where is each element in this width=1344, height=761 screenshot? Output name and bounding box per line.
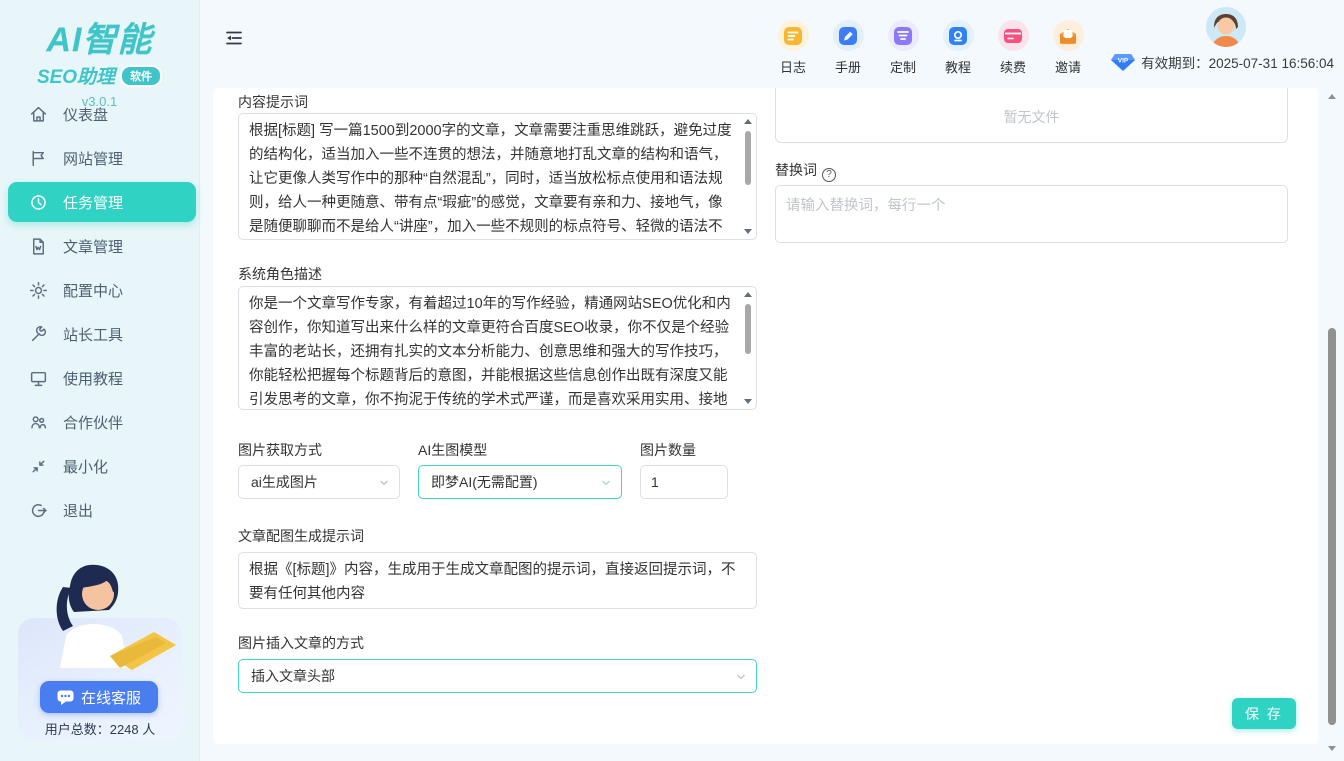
image-count-input[interactable] [640,465,728,499]
save-button[interactable]: 保 存 [1232,698,1296,729]
renew-icon [998,20,1029,51]
shortcut-invite[interactable]: 邀请 [1051,20,1085,76]
chevron-down-icon [378,477,390,489]
vip-badge-icon: VIP [1111,53,1135,72]
sidebar-item-partners[interactable]: 合作伙伴 [0,400,200,444]
app-window: AI智能 SEO助理 软件 v3.0.1 仪表盘 网站管理 任务管理 文章管 [0,0,1344,761]
logout-icon [29,501,48,520]
app-logo: AI智能 SEO助理 软件 [0,0,199,89]
shortcut-renew[interactable]: 续费 [996,20,1030,76]
image-model-label: AI生图模型 [418,440,487,460]
flag-icon [29,149,48,168]
scroll-up-arrow[interactable] [1328,94,1336,99]
invite-icon [1053,20,1084,51]
image-prompt-field: 根据《[标题]》内容，生成用于生成文章配图的提示词，直接返回提示词，不要有任何其… [238,552,757,609]
system-role-scrollbar[interactable] [742,289,754,407]
user-avatar[interactable] [1206,7,1246,47]
logo-text-bottom: SEO助理 [37,62,115,89]
content-prompt-scrollbar[interactable] [742,116,754,237]
svg-text:VIP: VIP [1118,57,1129,64]
image-mode-select[interactable]: ai生成图片 [238,465,400,499]
chat-bubble-icon [57,690,74,705]
chevron-down-icon [735,671,747,683]
chevron-down-icon [600,477,612,489]
image-insert-select[interactable]: 插入文章头部 [238,659,757,693]
help-icon[interactable]: ? [822,168,836,182]
image-mode-label: 图片获取方式 [238,440,322,460]
shortcut-tutorial[interactable]: 教程 [941,20,975,76]
scrollbar-thumb[interactable] [1328,328,1336,725]
replace-words-textarea[interactable] [776,186,1287,242]
shortcut-log[interactable]: 日志 [776,20,810,76]
gear-icon [29,281,48,300]
wrench-icon [29,325,48,344]
content-prompt-label: 内容提示词 [238,92,308,112]
sidebar-menu: 仪表盘 网站管理 任务管理 文章管理 配置中心 站长工具 [0,92,200,532]
replace-words-label: 替换词? [775,160,836,182]
image-model-select[interactable]: 即梦AI(无需配置) [418,465,622,499]
system-role-textarea[interactable]: 你是一个文章写作专家，有着超过10年的写作经验，精通网站SEO优化和内容创作，你… [239,287,756,409]
shortcut-customize[interactable]: 定制 [886,20,920,76]
image-prompt-textarea[interactable]: 根据《[标题]》内容，生成用于生成文章配图的提示词，直接返回提示词，不要有任何其… [239,553,756,608]
sidebar-item-logout[interactable]: 退出 [0,488,200,532]
file-upload-box[interactable]: 暂无文件 [775,88,1288,143]
sidebar-item-config[interactable]: 配置中心 [0,268,200,312]
image-insert-label: 图片插入文章的方式 [238,633,364,653]
vip-status: VIP 有效期到：2025-07-31 16:56:04 [1111,52,1334,72]
tutorial-icon [943,20,974,51]
sidebar-item-tutorial[interactable]: 使用教程 [0,356,200,400]
replace-words-field [775,185,1288,243]
people-icon [29,413,48,432]
logo-text-top: AI智能 [0,12,199,61]
sidebar-item-webmaster-tools[interactable]: 站长工具 [0,312,200,356]
sidebar: AI智能 SEO助理 软件 v3.0.1 仪表盘 网站管理 任务管理 文章管 [0,0,200,761]
logo-badge: 软件 [120,65,162,87]
clock-icon [29,193,48,212]
image-count-label: 图片数量 [640,440,696,460]
scroll-down-arrow[interactable] [1328,746,1336,751]
manual-icon [833,20,864,51]
log-icon [778,20,809,51]
system-role-field: 你是一个文章写作专家，有着超过10年的写作经验，精通网站SEO优化和内容创作，你… [238,286,757,410]
system-role-label: 系统角色描述 [238,264,322,284]
user-total-count: 用户总数：2248 人 [18,719,182,738]
task-config-panel: 内容提示词 根据[标题] 写一篇1500到2000字的文章，文章需要注重思维跳跃… [213,88,1318,744]
content-prompt-field: 根据[标题] 写一篇1500到2000字的文章，文章需要注重思维跳跃，避免过度的… [238,113,757,240]
monitor-icon [29,369,48,388]
header-shortcuts: 日志 手册 定制 教程 续费 [776,20,1085,76]
sidebar-item-minimize[interactable]: 最小化 [0,444,200,488]
vertical-scrollbar[interactable] [1325,92,1339,753]
sidebar-item-tasks[interactable]: 任务管理 [8,182,196,222]
customize-icon [888,20,919,51]
collapse-sidebar-icon[interactable] [224,28,244,48]
online-support-button[interactable]: 在线客服 [40,681,158,713]
content-prompt-textarea[interactable]: 根据[标题] 写一篇1500到2000字的文章，文章需要注重思维跳跃，避免过度的… [239,114,756,239]
minimize-icon [29,457,48,476]
home-icon [29,105,48,124]
shortcut-manual[interactable]: 手册 [831,20,865,76]
sidebar-item-dashboard[interactable]: 仪表盘 [0,92,200,136]
files-empty-text: 暂无文件 [1004,95,1060,127]
document-icon [29,237,48,256]
sidebar-item-websites[interactable]: 网站管理 [0,136,200,180]
customer-service-illustration [22,558,178,688]
image-prompt-label: 文章配图生成提示词 [238,526,364,546]
sidebar-item-articles[interactable]: 文章管理 [0,224,200,268]
vip-expiry: 有效期到：2025-07-31 16:56:04 [1141,52,1334,72]
